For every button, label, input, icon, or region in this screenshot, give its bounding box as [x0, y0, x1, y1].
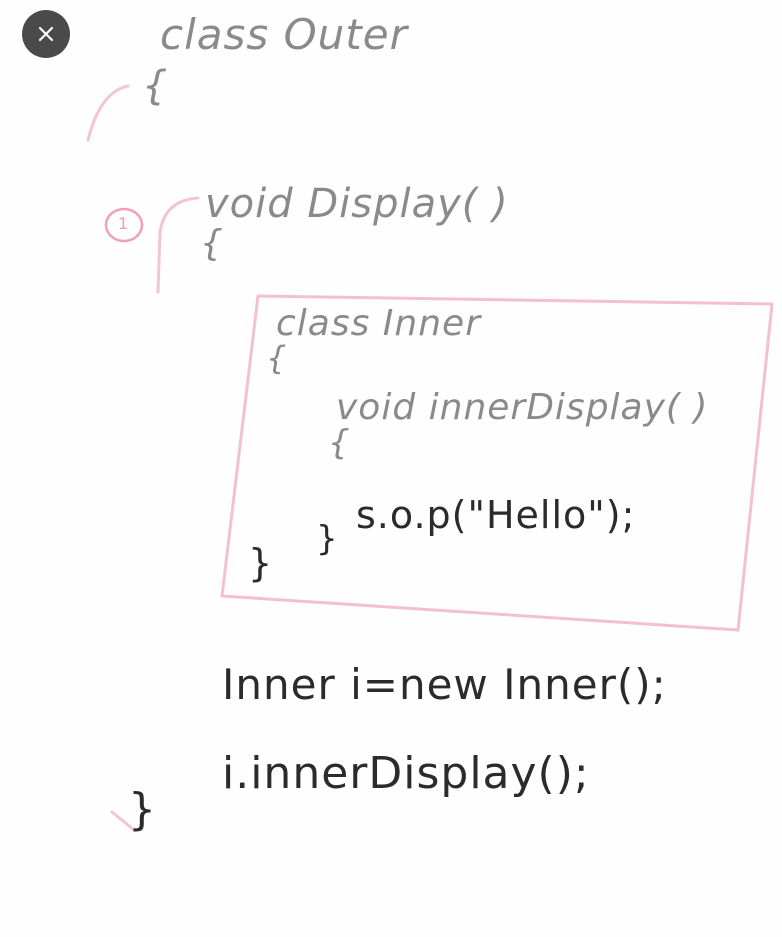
inner-class-line: class Inner [276, 303, 482, 344]
display-bracket-mark [156, 196, 200, 294]
inner-open-brace: { [266, 339, 288, 377]
inner-display-close-brace: } [316, 519, 339, 559]
display-open-brace: { [200, 223, 224, 264]
instantiate-inner-line: Inner i=new Inner(); [222, 660, 667, 709]
outer-bracket-mark [86, 84, 130, 142]
whiteboard-photo: 1 class Outer { void Display( ) { class … [0, 0, 782, 937]
inner-display-method-line: void innerDisplay( ) [336, 387, 709, 428]
outer-close-brace: } [128, 784, 157, 835]
inner-display-open-brace: { [328, 423, 351, 463]
close-button[interactable] [22, 10, 70, 58]
call-inner-display-line: i.innerDisplay(); [222, 748, 590, 799]
close-icon [38, 26, 54, 42]
inner-class-box [220, 294, 774, 632]
inner-class-close-brace: } [248, 541, 274, 585]
outer-class-line: class Outer [160, 10, 408, 59]
step-marker-label: 1 [118, 214, 130, 233]
display-method-line: void Display( ) [205, 181, 509, 227]
sop-hello-line: s.o.p("Hello"); [356, 493, 636, 537]
outer-open-brace: { [142, 63, 169, 109]
